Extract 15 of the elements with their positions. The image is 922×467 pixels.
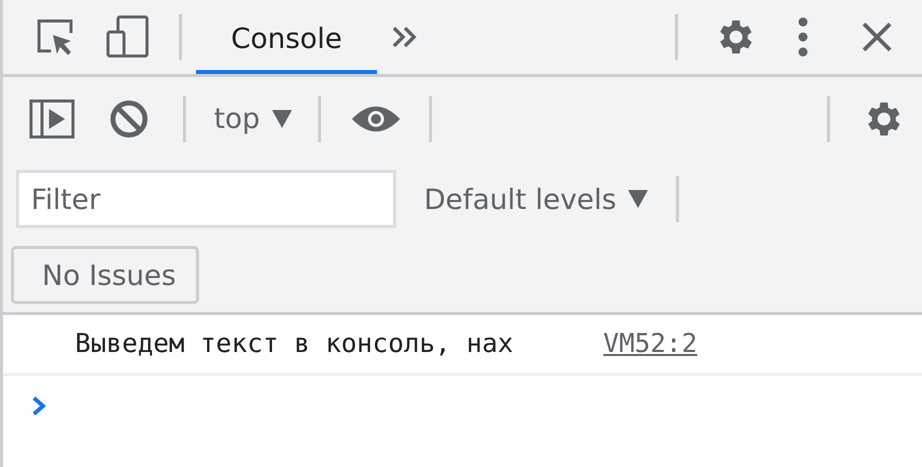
filter-field[interactable]: Filter xyxy=(16,170,396,228)
close-icon[interactable] xyxy=(862,22,892,52)
log-levels-dropdown[interactable]: Default levels xyxy=(410,182,662,216)
issues-button[interactable]: No Issues xyxy=(11,246,199,304)
sidebar-toggle-icon[interactable] xyxy=(29,98,75,138)
console-message: Выведем текст в консоль, нах xyxy=(75,329,514,359)
clear-console-icon[interactable] xyxy=(109,98,149,138)
prompt-chevron-icon xyxy=(31,395,47,417)
dropdown-triangle-icon xyxy=(272,110,292,128)
more-options-icon[interactable] xyxy=(798,17,808,57)
device-toolbar-icon[interactable] xyxy=(105,14,151,60)
source-link[interactable]: VM52:2 xyxy=(603,329,698,359)
eye-icon[interactable] xyxy=(350,104,401,134)
dropdown-triangle-icon xyxy=(628,190,648,208)
context-dropdown[interactable]: top xyxy=(200,102,306,135)
